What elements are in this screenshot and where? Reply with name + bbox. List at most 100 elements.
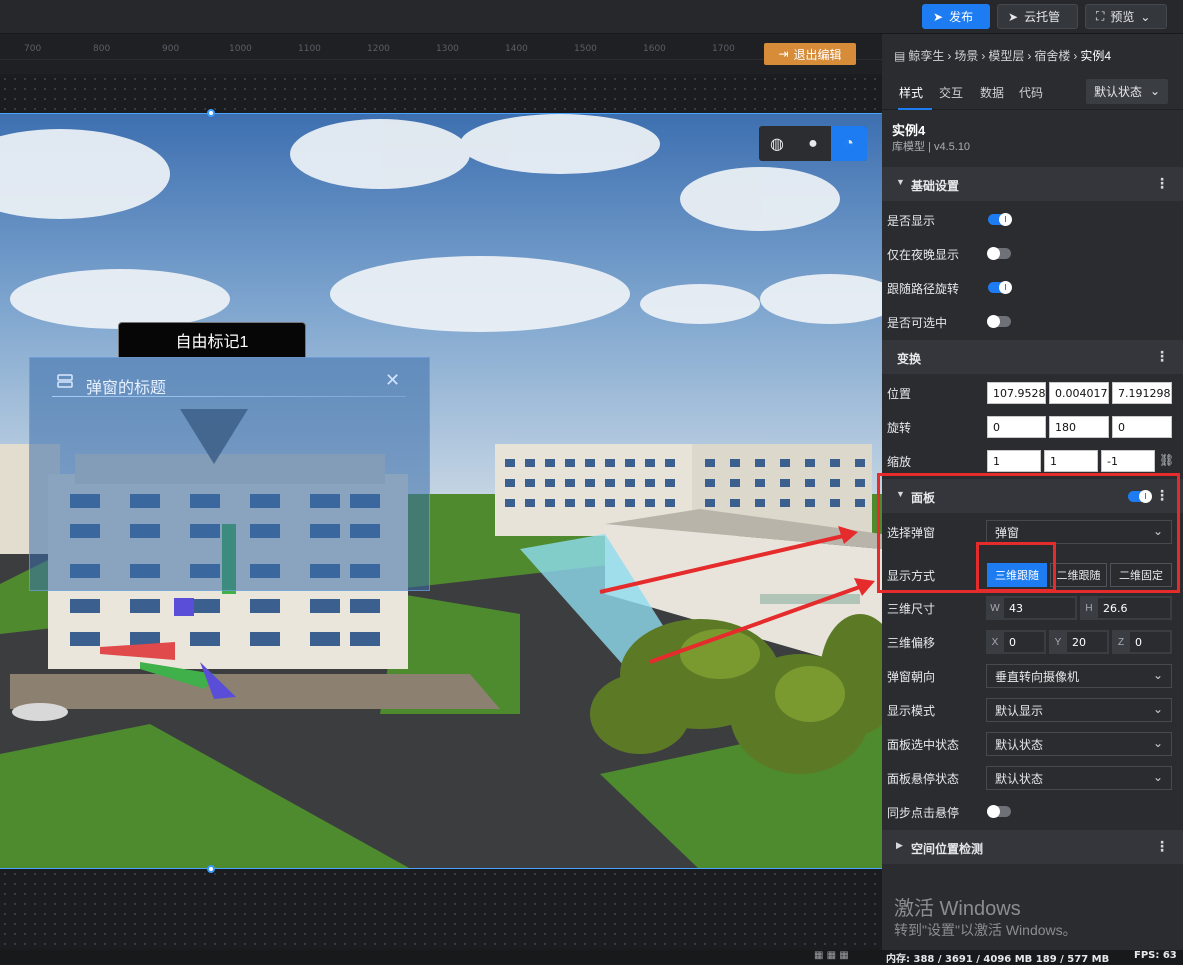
rotation-y-input[interactable]: 180	[1049, 416, 1109, 438]
position-label: 位置	[887, 387, 912, 401]
sphere-icon[interactable]: ●	[795, 126, 831, 161]
tab-style[interactable]: 样式	[899, 84, 923, 101]
offset-y-value: 20	[1067, 632, 1107, 652]
ruler-tick: 1400	[505, 44, 528, 54]
size-width-value: 43	[1004, 598, 1075, 618]
selected-state-dropdown[interactable]: 默认状态 ⌄	[986, 732, 1172, 756]
layout-icon[interactable]: ▦ ▦ ▦	[814, 950, 849, 961]
exit-edit-label: 退出编辑	[793, 47, 842, 62]
ruler-tick: 1300	[436, 44, 459, 54]
windows-watermark-title: 激活 Windows	[894, 898, 1021, 920]
popup-orientation-label: 弹窗朝向	[887, 670, 936, 684]
section-basic-settings[interactable]: ▼ 基础设置 ⋮	[882, 167, 1183, 201]
fps-status: FPS: 63	[1134, 950, 1177, 961]
popup-divider	[52, 396, 406, 397]
instance-subtitle: 库模型 | v4.5.10	[892, 141, 971, 153]
breadcrumb-item[interactable]: 鲸孪生	[908, 47, 944, 64]
breadcrumb-item[interactable]: 模型层	[988, 47, 1024, 64]
tab-interaction[interactable]: 交互	[939, 84, 963, 101]
breadcrumb-item[interactable]: 宿舍楼	[1034, 47, 1070, 64]
offset-z-value: 0	[1130, 632, 1170, 652]
offset-z-prefix: Z	[1117, 636, 1125, 648]
show-mode-dropdown[interactable]: 默认显示 ⌄	[986, 698, 1172, 722]
offset-y-input[interactable]: Y 20	[1049, 630, 1109, 654]
breadcrumb-item[interactable]: 实例4	[1080, 47, 1111, 64]
server-icon	[57, 374, 73, 391]
breadcrumb: ▤ 鲸孪生 › 场景 › 模型层 › 宿舍楼 › 实例4	[894, 47, 1111, 64]
show-mode-label: 显示模式	[887, 704, 936, 718]
send-icon: ➤	[1008, 9, 1019, 24]
rotation-z-input[interactable]: 0	[1112, 416, 1172, 438]
ruler-tick: 1700	[712, 44, 735, 54]
rotation-x-input[interactable]: 0	[987, 416, 1046, 438]
selectable-toggle[interactable]	[987, 315, 1011, 328]
selectable-label: 是否可选中	[887, 316, 948, 330]
show-toggle[interactable]	[988, 213, 1012, 226]
free-marker-label[interactable]: 自由标记1	[118, 322, 306, 358]
tab-underline	[898, 108, 932, 110]
breadcrumb-separator: ›	[1027, 48, 1032, 63]
offset-z-input[interactable]: Z 0	[1112, 630, 1172, 654]
breadcrumb-item[interactable]: 场景	[954, 47, 978, 64]
more-vertical-icon[interactable]: ⋮	[1155, 838, 1169, 855]
resize-handle-bottom[interactable]	[207, 865, 215, 873]
state-select-value: 默认状态	[1094, 85, 1143, 99]
instance-title: 实例4	[892, 123, 926, 138]
rotation-label: 旋转	[887, 421, 912, 435]
ruler-tick: 700	[24, 44, 42, 54]
selected-state-value: 默认状态	[995, 737, 1044, 752]
exit-edit-button[interactable]: ⇥ 退出编辑	[764, 43, 856, 65]
popup-orientation-value: 垂直转向摄像机	[995, 669, 1080, 684]
globe-icon[interactable]: ◍	[759, 126, 795, 161]
state-select[interactable]: 默认状态 ⌄	[1086, 79, 1168, 104]
offset-x-prefix: X	[991, 636, 999, 648]
show-label: 是否显示	[887, 214, 936, 228]
size-height-value: 26.6	[1098, 598, 1170, 618]
publish-button[interactable]: ➤ 发布	[922, 4, 990, 29]
chevron-down-icon: ⌄	[1140, 9, 1151, 24]
tab-data[interactable]: 数据	[980, 84, 1004, 101]
link-icon[interactable]: ⛓	[1159, 453, 1174, 467]
preview-label: 预览	[1110, 10, 1135, 24]
preview-button[interactable]: ⛶ 预览 ⌄	[1085, 4, 1167, 29]
ruler-line	[0, 59, 882, 60]
section-spatial-detection[interactable]: ▶ 空间位置检测 ⋮	[882, 830, 1183, 864]
resize-handle-top[interactable]	[207, 109, 215, 117]
more-vertical-icon[interactable]: ⋮	[1155, 175, 1169, 192]
offset-x-input[interactable]: X 0	[986, 630, 1046, 654]
close-icon[interactable]: ✕	[385, 370, 400, 391]
size-width-prefix: W	[990, 602, 1000, 614]
annotation-box-display-mode	[976, 542, 1056, 592]
ruler-tick: 1500	[574, 44, 597, 54]
night-only-toggle[interactable]	[987, 247, 1011, 260]
chevron-down-icon: ⌄	[1149, 84, 1160, 98]
scale-z-input[interactable]: -1	[1101, 450, 1155, 472]
position-z-input[interactable]: 7.19129821	[1112, 382, 1172, 404]
size-height-input[interactable]: H 26.6	[1080, 596, 1172, 620]
status-bar: ▦ ▦ ▦ 内存: 388 / 3691 / 4096 MB 189 / 577…	[0, 950, 1183, 965]
show-mode-value: 默认显示	[995, 703, 1044, 718]
size-width-input[interactable]: W 43	[986, 596, 1077, 620]
caret-right-icon: ▶	[896, 840, 903, 850]
more-vertical-icon[interactable]: ⋮	[1155, 348, 1169, 365]
hover-state-dropdown[interactable]: 默认状态 ⌄	[986, 766, 1172, 790]
cloud-hosting-button[interactable]: ➤ 云托管	[997, 4, 1078, 29]
ruler-tick: 1100	[298, 44, 321, 54]
scale-y-input[interactable]: 1	[1044, 450, 1098, 472]
windows-watermark-subtitle: 转到"设置"以激活 Windows。	[894, 922, 1077, 938]
publish-label: 发布	[949, 10, 974, 24]
offset-x-value: 0	[1004, 632, 1044, 652]
section-title: 变换	[897, 352, 922, 366]
tab-code[interactable]: 代码	[1019, 84, 1043, 101]
position-x-input[interactable]: 107.95286	[987, 382, 1046, 404]
sync-hover-toggle[interactable]	[987, 805, 1011, 818]
exit-icon: ⇥	[778, 47, 789, 61]
fullscreen-icon: ⛶	[1096, 9, 1105, 23]
popup-orientation-dropdown[interactable]: 垂直转向摄像机 ⌄	[986, 664, 1172, 688]
position-y-input[interactable]: 0.0040172	[1049, 382, 1109, 404]
ruler-tick: 900	[162, 44, 180, 54]
section-transform[interactable]: 变换 ⋮	[882, 340, 1183, 374]
follow-path-toggle[interactable]	[988, 281, 1012, 294]
orbit-icon[interactable]: ◔	[831, 126, 867, 161]
scale-x-input[interactable]: 1	[987, 450, 1041, 472]
